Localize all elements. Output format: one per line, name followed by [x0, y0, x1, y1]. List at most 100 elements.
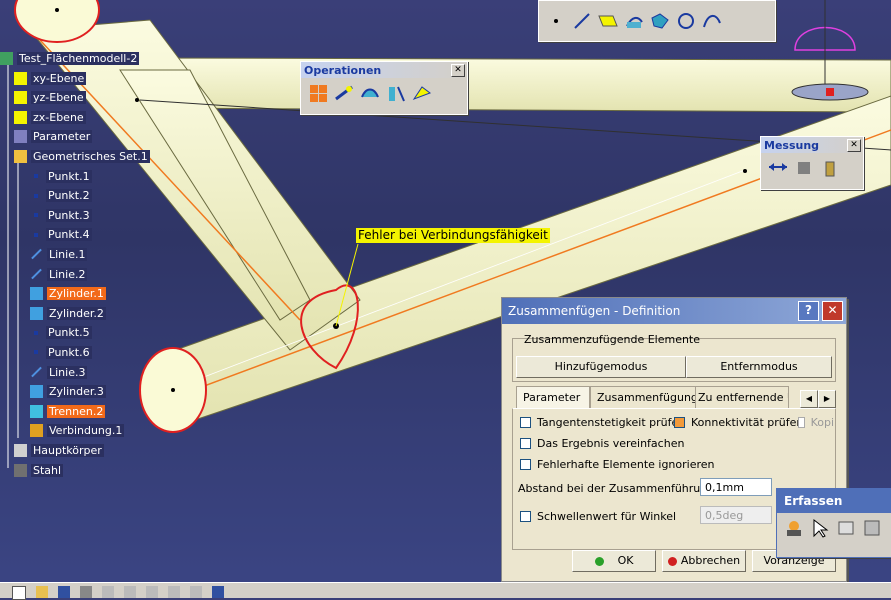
tree-item[interactable]: Linie.3 [30, 364, 88, 380]
tab-scroll-left[interactable]: ◀ [800, 390, 818, 408]
tab-parameter[interactable]: Parameter [516, 386, 590, 409]
tree-item-label: Geometrisches Set.1 [31, 149, 150, 163]
tree-item[interactable]: zx-Ebene [14, 109, 86, 125]
untrim-icon[interactable] [359, 82, 381, 104]
tree-item[interactable]: Punkt.1 [30, 168, 92, 184]
help-icon[interactable] [212, 586, 224, 598]
ignore-check[interactable]: Fehlerhafte Elemente ignorieren [520, 458, 715, 471]
tree-item[interactable]: yz-Ebene [14, 90, 86, 106]
close-button[interactable]: ✕ [822, 301, 843, 321]
tangent-check[interactable]: Tangentenstetigkeit prüfen [520, 416, 685, 429]
geometric-set-icon [14, 149, 27, 163]
point-tool-icon[interactable] [545, 10, 567, 32]
new-icon[interactable] [12, 586, 26, 600]
circle-tool-icon[interactable] [675, 10, 697, 32]
fill-tool-icon[interactable] [649, 10, 671, 32]
point-marker [135, 98, 139, 102]
connectivity-checkbox[interactable] [674, 417, 685, 428]
add-mode-button[interactable]: Hinzufügemodus [516, 356, 686, 378]
point-icon [34, 330, 38, 335]
plane-tool-icon[interactable] [597, 10, 619, 32]
save-icon[interactable] [58, 586, 70, 598]
tree-item[interactable]: Geometrisches Set.1 [14, 148, 150, 164]
threshold-check[interactable]: Schwellenwert für Winkel [520, 510, 676, 523]
point-marker [171, 388, 175, 392]
ok-icon [594, 556, 604, 566]
erfassen-toolbar[interactable]: Erfassen [776, 488, 891, 558]
tree-item[interactable]: Trennen.2 [30, 403, 106, 419]
join-icon[interactable] [307, 82, 329, 104]
distance-field[interactable]: 0,1mm [700, 478, 772, 496]
tree-item-label: Verbindung.1 [47, 424, 125, 438]
tree-item-label: Punkt.5 [46, 326, 92, 340]
line-tool-icon[interactable] [571, 10, 593, 32]
tree-item-label: Punkt.3 [46, 208, 92, 222]
tree-item[interactable]: Verbindung.1 [30, 423, 125, 439]
close-icon[interactable]: ✕ [847, 138, 861, 152]
tab-zusammenfuegung[interactable]: Zusammenfügung [590, 386, 705, 409]
simplify-checkbox[interactable] [520, 438, 531, 449]
cut-icon[interactable] [102, 586, 114, 598]
cylinder-icon [30, 306, 43, 320]
print-icon[interactable] [80, 586, 92, 598]
point-icon [34, 174, 38, 178]
tree-item[interactable]: Parameter [14, 129, 93, 145]
ok-button[interactable]: OK [572, 550, 656, 572]
tree-item[interactable]: Punkt.5 [30, 325, 92, 341]
tree-item[interactable]: Punkt.3 [30, 207, 92, 223]
ignore-checkbox[interactable] [520, 459, 531, 470]
extract-icon[interactable] [385, 82, 407, 104]
line-icon [31, 268, 42, 280]
line-icon [31, 249, 42, 260]
album-icon[interactable] [861, 517, 883, 539]
tab-zu-entfernende[interactable]: Zu entfernende Un [695, 386, 789, 409]
messung-toolbar[interactable]: Messung ✕ [760, 136, 864, 190]
tree-item[interactable]: Punkt.2 [30, 188, 92, 204]
measure-item-icon[interactable] [793, 157, 815, 179]
tree-item[interactable]: Zylinder.1 [30, 286, 106, 302]
measure-inertia-icon[interactable] [819, 157, 841, 179]
close-icon[interactable]: ✕ [451, 63, 465, 77]
open-icon[interactable] [36, 586, 48, 598]
tree-item[interactable]: Punkt.6 [30, 344, 92, 360]
tree-item[interactable]: Hauptkörper [14, 442, 104, 458]
tree-root-label: Test_Flächenmodell-2 [17, 51, 140, 65]
tree-item[interactable]: xy-Ebene [14, 70, 87, 86]
extrude-tool-icon[interactable] [623, 10, 645, 32]
undo-icon[interactable] [168, 586, 180, 598]
capture-icon[interactable] [783, 517, 805, 539]
threshold-checkbox[interactable] [520, 511, 531, 522]
tree-item-label: Punkt.6 [46, 345, 92, 359]
simplify-check[interactable]: Das Ergebnis vereinfachen [520, 437, 684, 450]
select-icon[interactable] [809, 517, 831, 539]
capture-settings-icon[interactable] [835, 517, 857, 539]
cancel-button[interactable]: Abbrechen [662, 550, 746, 572]
tab-scroll-right[interactable]: ▶ [818, 390, 836, 408]
top-toolbar [538, 0, 776, 42]
operationen-toolbar[interactable]: Operationen ✕ [300, 61, 468, 115]
redo-icon[interactable] [190, 586, 202, 598]
copy-icon[interactable] [124, 586, 136, 598]
healing-icon[interactable] [333, 82, 355, 104]
connectivity-check[interactable]: Konnektivität prüfen [674, 416, 803, 429]
tree-item[interactable]: Punkt.4 [30, 227, 92, 243]
join-icon [30, 424, 43, 438]
copy-check: Kopi [798, 416, 834, 429]
tree-root[interactable]: Test_Flächenmodell-2 [0, 50, 140, 66]
dialog-title: Zusammenfügen - Definition [508, 304, 681, 318]
tree-item[interactable]: Zylinder.3 [30, 384, 106, 400]
tree-item[interactable]: Zylinder.2 [30, 305, 106, 321]
point-icon [34, 213, 38, 218]
tangent-checkbox[interactable] [520, 417, 531, 428]
measure-between-icon[interactable] [767, 157, 789, 179]
tree-item[interactable]: Linie.1 [30, 246, 88, 262]
paste-icon[interactable] [146, 586, 158, 598]
tree-item[interactable]: Linie.2 [30, 266, 88, 282]
help-button[interactable]: ? [798, 301, 819, 321]
elements-group-label: Zusammenzufügende Elemente [524, 333, 701, 346]
transform-icon[interactable] [411, 82, 433, 104]
tree-item-label: Punkt.1 [46, 169, 92, 183]
remove-mode-button[interactable]: Entfernmodus [686, 356, 832, 378]
tree-item[interactable]: Stahl [14, 462, 64, 478]
spline-tool-icon[interactable] [701, 10, 723, 32]
